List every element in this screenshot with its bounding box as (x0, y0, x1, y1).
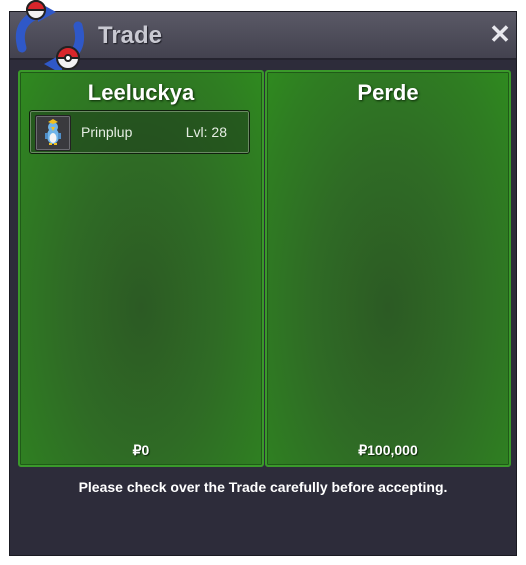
trade-panel-partner: Perde ₽100,000 (265, 70, 511, 467)
trade-panel-self: Leeluckya Prinplup Lvl: 28 ₽0 (18, 70, 264, 467)
trade-notice: Please check over the Trade carefully be… (78, 479, 448, 495)
trader-name: Perde (357, 80, 419, 105)
trader-name: Leeluckya (87, 80, 195, 105)
prinplup-sprite-icon (35, 115, 71, 151)
money-offer: ₽0 (132, 442, 150, 458)
close-button[interactable]: ✕ (486, 20, 514, 48)
pokemon-level: Lvl: 28 (185, 124, 227, 140)
window-title: Trade (98, 22, 163, 49)
trade-window: Trade ✕ Leeluckya Prinplup Lvl: 28 ₽0 Pe… (10, 0, 516, 555)
trade-item-row[interactable]: Prinplup Lvl: 28 (29, 110, 250, 154)
pokemon-name: Prinplup (81, 124, 133, 140)
money-offer: ₽100,000 (358, 442, 418, 458)
trade-logo-icon (15, 0, 84, 74)
